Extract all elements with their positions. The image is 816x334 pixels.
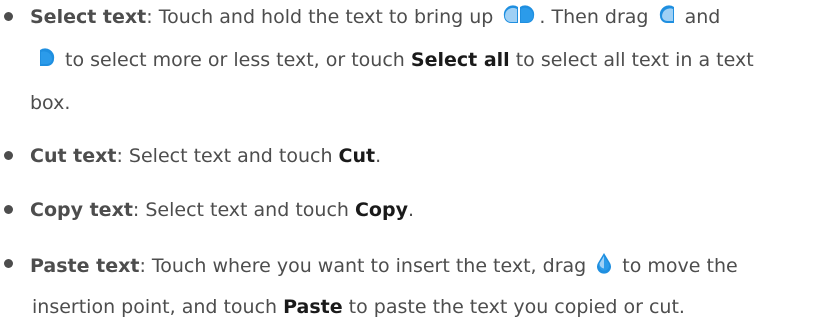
- copy-command: Copy: [354, 199, 408, 221]
- select-text-line-2: to select more or less text, or touch Se…: [40, 48, 754, 72]
- cursor-handle-icon: [595, 252, 613, 280]
- select-text-line-1: Select text: Touch and hold the text to …: [30, 5, 720, 29]
- select-all-command: Select all: [410, 49, 510, 71]
- paste-text-line-2: insertion point, and touch Paste to past…: [32, 296, 685, 318]
- selection-handles-icon: [502, 5, 536, 31]
- term-paste-text: Paste text: [30, 255, 140, 277]
- paste-text-line-1: Paste text: Touch where you want to inse…: [30, 252, 738, 277]
- term-cut-text: Cut text: [30, 145, 117, 167]
- left-selection-handle-icon: [658, 5, 676, 31]
- copy-text-line: Copy text: Select text and touch Copy.: [30, 199, 414, 221]
- cut-text-line: Cut text: Select text and touch Cut.: [30, 145, 382, 167]
- bullet: [4, 12, 13, 21]
- term-copy-text: Copy text: [30, 199, 133, 221]
- select-text-line-3: box.: [30, 92, 71, 114]
- bullet: [4, 205, 13, 214]
- cut-command: Cut: [338, 145, 376, 167]
- paste-command: Paste: [283, 296, 343, 318]
- term-select-text: Select text: [30, 6, 147, 28]
- bullet: [4, 151, 13, 160]
- bullet: [4, 259, 13, 268]
- right-selection-handle-icon: [38, 48, 56, 74]
